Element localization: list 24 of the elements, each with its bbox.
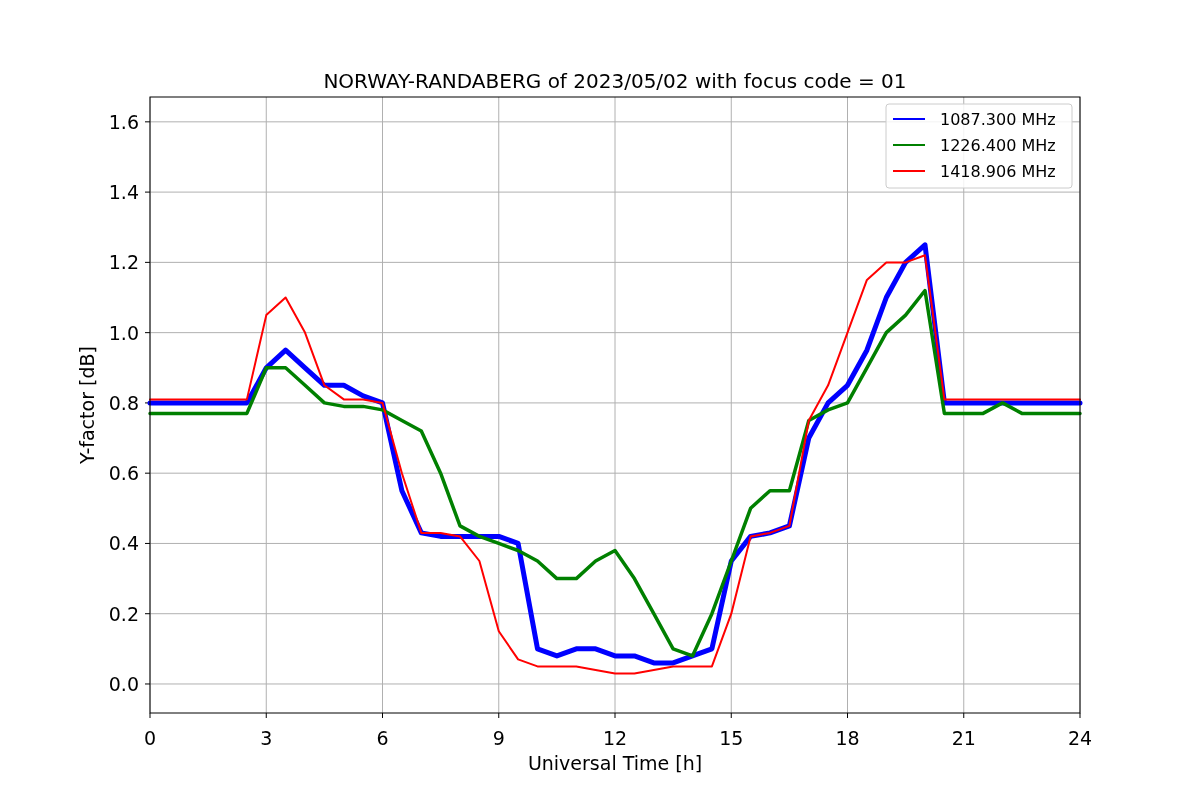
tick-label: 24 (1067, 727, 1093, 749)
tick-label: 1.0 (108, 321, 139, 344)
tick-label: 9 (492, 727, 505, 749)
tick-label: 1.4 (108, 181, 139, 204)
x-axis-label: Universal Time [h] (527, 752, 703, 774)
tick-label: 0.0 (108, 673, 139, 695)
tick-label: 12 (602, 727, 628, 749)
y-axis-label: Y-factor [dB] (76, 346, 98, 464)
tick-label: 18 (835, 727, 860, 749)
tick-label: 0.8 (108, 391, 139, 414)
chart-title: NORWAY-RANDABERG of 2023/05/02 with focus code = 01 (323, 69, 907, 93)
legend-label: 1226.400 MHz (940, 136, 1056, 155)
tick-label: 1.2 (108, 251, 139, 274)
tick-label: 21 (951, 727, 976, 749)
tick-label: 0.4 (108, 532, 139, 555)
tick-label: 3 (260, 727, 273, 749)
tick-label: 0.2 (108, 602, 139, 625)
tick-label: 0.6 (108, 462, 139, 485)
tick-label: 15 (719, 727, 744, 749)
legend-label: 1087.300 MHz (940, 110, 1056, 129)
tick-label: 1.6 (108, 110, 139, 133)
tick-label: 0 (143, 727, 157, 749)
tick-label: 6 (376, 727, 389, 749)
legend-label: 1418.906 MHz (940, 162, 1056, 181)
